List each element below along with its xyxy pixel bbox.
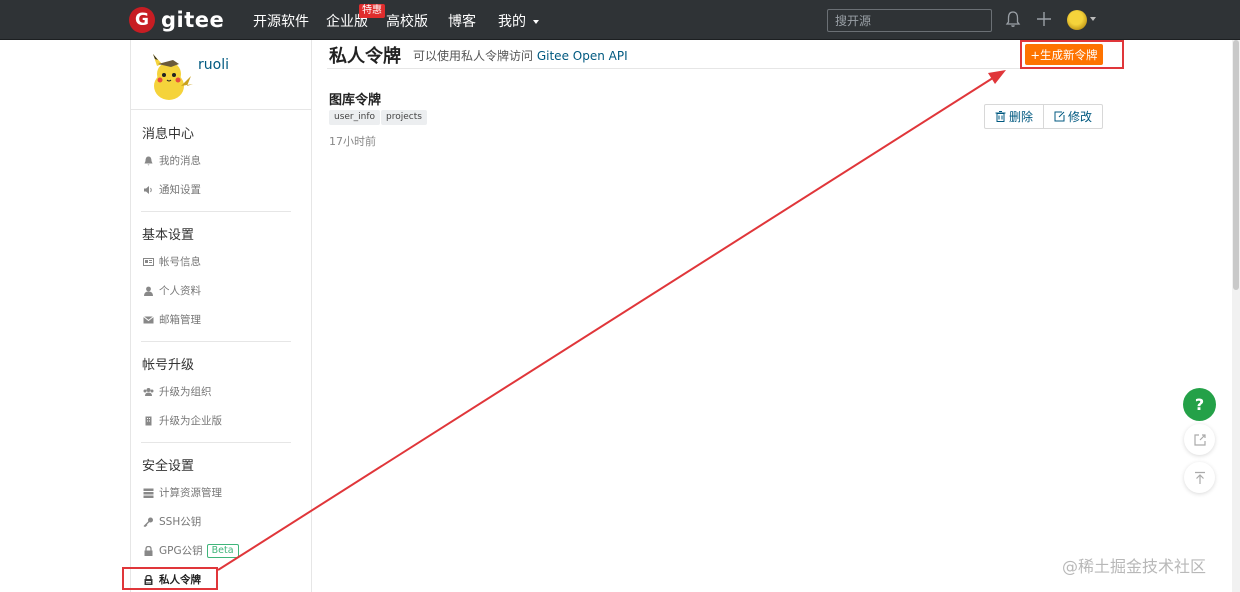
sidebar-item-label: 升级为组织 xyxy=(159,386,212,398)
open-api-link[interactable]: Gitee Open API xyxy=(537,49,628,63)
sidebar-divider xyxy=(141,442,291,443)
sidebar-item-profile[interactable]: 个人资料 xyxy=(143,283,201,298)
promo-badge: 特惠 xyxy=(359,4,385,18)
token-name: 图库令牌 xyxy=(329,93,382,108)
scope-tag: user_info xyxy=(329,110,381,125)
scope-tag: projects xyxy=(381,110,427,125)
share-button[interactable] xyxy=(1184,424,1215,455)
building-icon xyxy=(145,416,152,425)
sidebar-item-notification-settings[interactable]: 通知设置 xyxy=(143,182,201,197)
annotation-box-sidebar xyxy=(122,567,218,590)
trash-icon xyxy=(995,111,1006,122)
avatar-caret-icon[interactable] xyxy=(1090,17,1096,21)
section-title-basic: 基本设置 xyxy=(142,228,195,243)
server-icon xyxy=(143,488,154,498)
sidebar-item-label: SSH公钥 xyxy=(159,516,202,528)
generate-token-button[interactable]: +生成新令牌 xyxy=(1025,44,1103,65)
sidebar-item-gpg-keys[interactable]: GPG公钥 Beta xyxy=(143,543,239,558)
external-link-icon xyxy=(1193,433,1206,446)
sidebar-item-upgrade-enterprise[interactable]: 升级为企业版 xyxy=(143,413,222,428)
section-title-messages: 消息中心 xyxy=(142,127,195,142)
nav-mine[interactable]: 我的 xyxy=(498,11,540,31)
nav-open-source[interactable]: 开源软件 xyxy=(253,11,309,31)
profile-username[interactable]: ruoli xyxy=(198,57,229,73)
sidebar-item-label: 邮箱管理 xyxy=(159,314,201,326)
gitee-logo[interactable]: G gitee xyxy=(129,7,224,33)
profile-card: ruoli xyxy=(131,40,311,110)
pikachu-avatar[interactable] xyxy=(143,52,195,104)
title-divider xyxy=(327,68,1117,69)
nav-blog[interactable]: 博客 xyxy=(448,11,476,31)
token-actions: 删除 修改 xyxy=(984,104,1104,129)
section-title-security: 安全设置 xyxy=(142,459,195,474)
mail-icon xyxy=(143,315,154,323)
search-input[interactable] xyxy=(827,9,992,32)
sidebar-item-upgrade-org[interactable]: 升级为组织 xyxy=(143,384,212,399)
scrollbar-thumb[interactable] xyxy=(1233,40,1239,290)
edit-label: 修改 xyxy=(1068,110,1093,124)
bell-icon[interactable] xyxy=(1005,10,1021,28)
sidebar-divider xyxy=(141,211,291,212)
page-title: 私人令牌 xyxy=(329,46,401,67)
key-icon xyxy=(143,517,153,527)
id-card-icon xyxy=(143,257,154,266)
edit-token-button[interactable]: 修改 xyxy=(1043,105,1102,128)
delete-label: 删除 xyxy=(1009,110,1034,124)
nav-education[interactable]: 高校版 xyxy=(386,11,428,31)
edit-icon xyxy=(1054,111,1065,122)
logo-mark: G xyxy=(129,7,155,33)
settings-sidebar: ruoli 消息中心 我的消息 通知设置 基本设置 帐号信息 个人资料 邮箱管理… xyxy=(130,40,312,592)
arrow-up-icon xyxy=(1194,471,1205,484)
sidebar-item-label: 升级为企业版 xyxy=(159,415,222,427)
section-title-upgrade: 帐号升级 xyxy=(142,358,195,373)
top-navbar: G gitee 开源软件 企业版 特惠 高校版 博客 我的 xyxy=(0,0,1240,40)
sidebar-item-label: 个人资料 xyxy=(159,285,201,297)
sidebar-item-ssh-keys[interactable]: SSH公钥 xyxy=(143,514,201,529)
chevron-down-icon xyxy=(533,20,540,24)
sidebar-item-compute-resources[interactable]: 计算资源管理 xyxy=(143,485,222,500)
sidebar-item-label: GPG公钥 xyxy=(159,545,203,557)
avatar[interactable] xyxy=(1067,10,1087,30)
group-icon xyxy=(143,387,154,396)
sidebar-item-label: 通知设置 xyxy=(159,184,201,196)
beta-badge: Beta xyxy=(206,543,239,558)
nav-mine-label: 我的 xyxy=(498,14,526,30)
help-button[interactable]: ? xyxy=(1183,388,1216,421)
sidebar-item-my-messages[interactable]: 我的消息 xyxy=(143,153,201,168)
back-to-top-button[interactable] xyxy=(1184,462,1215,493)
watermark: @稀土掘金技术社区 xyxy=(1062,557,1207,576)
user-icon xyxy=(144,286,153,296)
sidebar-item-label: 计算资源管理 xyxy=(159,487,222,499)
speaker-icon xyxy=(144,185,152,194)
sidebar-divider xyxy=(141,341,291,342)
sidebar-item-label: 帐号信息 xyxy=(159,256,201,268)
delete-token-button[interactable]: 删除 xyxy=(985,105,1043,128)
subtitle-text: 可以使用私人令牌访问 xyxy=(413,49,534,63)
plus-icon[interactable] xyxy=(1036,10,1052,28)
sidebar-item-email[interactable]: 邮箱管理 xyxy=(143,312,201,327)
sidebar-item-label: 我的消息 xyxy=(159,155,201,167)
sidebar-item-account-info[interactable]: 帐号信息 xyxy=(143,254,201,269)
token-timestamp: 17小时前 xyxy=(329,135,376,148)
page-subtitle: 可以使用私人令牌访问 Gitee Open API xyxy=(413,47,628,64)
bell-icon xyxy=(144,156,153,165)
logo-text: gitee xyxy=(161,8,225,32)
lock-icon xyxy=(144,545,153,556)
